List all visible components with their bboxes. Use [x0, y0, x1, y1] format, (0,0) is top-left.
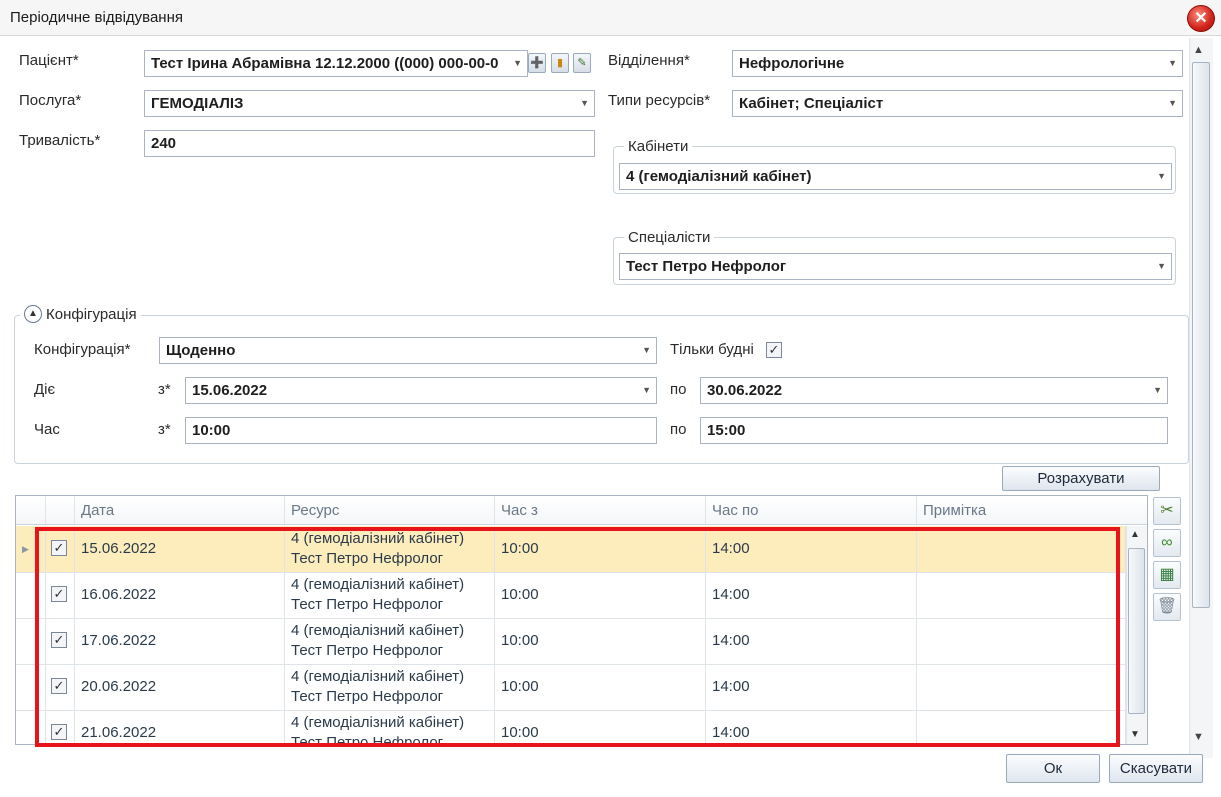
department-value: Нефрологічне — [739, 55, 845, 72]
chevron-down-icon[interactable]: ▼ — [1168, 51, 1177, 76]
time-from-value: 10:00 — [192, 422, 231, 439]
cabinets-value: 4 (гемодіалізний кабінет) — [626, 168, 812, 185]
highlight-frame — [35, 527, 1120, 747]
patient-add-icon[interactable]: ➕ — [528, 53, 546, 73]
column-header-time-from[interactable]: Час з — [495, 496, 706, 525]
specialists-select[interactable]: Тест Петро Нефролог ▼ — [619, 253, 1172, 280]
specialists-legend: Спеціалісти — [624, 229, 715, 246]
date-to-label: по — [670, 381, 687, 398]
weekdays-label: Тільки будні — [670, 341, 754, 358]
specialists-value: Тест Петро Нефролог — [626, 258, 787, 275]
department-label: Відділення* — [608, 52, 690, 69]
duration-label: Тривалість* — [19, 132, 101, 149]
time-to-value: 15:00 — [707, 422, 746, 439]
grid-scroll-thumb[interactable] — [1128, 548, 1145, 714]
department-select[interactable]: Нефрологічне ▼ — [732, 50, 1183, 77]
date-from-value: 15.06.2022 — [192, 382, 268, 399]
service-value: ГЕМОДІАЛІЗ — [151, 95, 244, 112]
ok-button[interactable]: Ок — [1006, 754, 1100, 783]
trash-icon[interactable]: 🗑 — [1153, 593, 1181, 621]
chevron-down-icon[interactable]: ▼ — [513, 51, 522, 76]
patient-edit-icon[interactable]: ✎ — [573, 53, 591, 73]
cabinets-select[interactable]: 4 (гемодіалізний кабінет) ▼ — [619, 163, 1172, 190]
chevron-down-icon[interactable]: ▼ — [580, 91, 589, 116]
service-label: Послуга* — [19, 92, 82, 109]
collapse-icon[interactable]: ▲ — [24, 305, 42, 323]
grid-scroll-up-icon[interactable]: ▲ — [1130, 529, 1140, 540]
patient-field[interactable]: Тест Ірина Абрамівна 12.12.2000 ((000) 0… — [144, 50, 528, 77]
config-type-value: Щоденно — [166, 342, 236, 359]
title-bar — [0, 0, 1221, 36]
chevron-down-icon[interactable]: ▼ — [1153, 378, 1162, 403]
patient-value: Тест Ірина Абрамівна 12.12.2000 ((000) 0… — [151, 55, 499, 72]
date-from-label: з* — [158, 381, 171, 398]
scroll-down-icon[interactable]: ▼ — [1193, 731, 1204, 743]
config-type-label: Конфігурація* — [34, 341, 131, 358]
grid-indicator-header — [16, 496, 46, 525]
column-header-time-to[interactable]: Час по — [706, 496, 917, 525]
grid-scroll-down-icon[interactable]: ▼ — [1130, 729, 1140, 740]
resource-types-label: Типи ресурсів* — [608, 92, 711, 109]
date-to-value: 30.06.2022 — [707, 382, 783, 399]
calculate-button[interactable]: Розрахувати — [1002, 466, 1160, 491]
close-icon: ✕ — [1194, 10, 1208, 27]
table-edit-icon[interactable]: ▦ — [1153, 561, 1181, 589]
chevron-down-icon[interactable]: ▼ — [1157, 254, 1166, 279]
grid-check-header — [46, 496, 75, 525]
cabinets-legend: Кабінети — [624, 138, 693, 155]
acts-label: Діє — [34, 381, 56, 398]
chevron-down-icon[interactable]: ▼ — [1168, 91, 1177, 116]
duration-input[interactable]: 240 — [144, 130, 595, 157]
column-header-note[interactable]: Примітка — [917, 496, 1147, 525]
chevron-down-icon[interactable]: ▼ — [642, 338, 651, 363]
config-type-select[interactable]: Щоденно ▼ — [159, 337, 657, 364]
window-title: Періодичне відвідування — [10, 9, 183, 26]
column-header-date[interactable]: Дата — [75, 496, 285, 525]
weekdays-checkbox[interactable]: ✓ — [766, 342, 782, 358]
time-label: Час — [34, 421, 60, 438]
resource-types-value: Кабінет; Спеціаліст — [739, 95, 884, 112]
configuration-legend: Конфігурація — [46, 305, 137, 323]
column-header-resource[interactable]: Ресурс — [285, 496, 495, 525]
form-scroll-thumb[interactable] — [1192, 62, 1210, 608]
link-icon[interactable]: ∞ — [1153, 529, 1181, 557]
service-select[interactable]: ГЕМОДІАЛІЗ ▼ — [144, 90, 595, 117]
duration-value: 240 — [151, 135, 177, 152]
date-to-picker[interactable]: 30.06.2022 ▼ — [700, 377, 1168, 404]
cancel-button[interactable]: Скасувати — [1109, 754, 1203, 783]
time-to-label: по — [670, 421, 687, 438]
time-to-input[interactable]: 15:00 — [700, 417, 1168, 444]
tools-icon[interactable]: ✂ — [1153, 497, 1181, 525]
chevron-down-icon[interactable]: ▼ — [1157, 164, 1166, 189]
chevron-down-icon[interactable]: ▼ — [642, 378, 651, 403]
time-from-label: з* — [158, 421, 171, 438]
resource-types-select[interactable]: Кабінет; Спеціаліст ▼ — [732, 90, 1183, 117]
close-button[interactable]: ✕ — [1187, 5, 1215, 32]
patient-label: Пацієнт* — [19, 52, 79, 69]
date-from-picker[interactable]: 15.06.2022 ▼ — [185, 377, 657, 404]
configuration-header[interactable]: ▲ Конфігурація — [20, 305, 141, 323]
patient-card-icon[interactable]: ▮ — [551, 53, 569, 73]
time-from-input[interactable]: 10:00 — [185, 417, 657, 444]
scroll-up-icon[interactable]: ▲ — [1193, 44, 1204, 56]
